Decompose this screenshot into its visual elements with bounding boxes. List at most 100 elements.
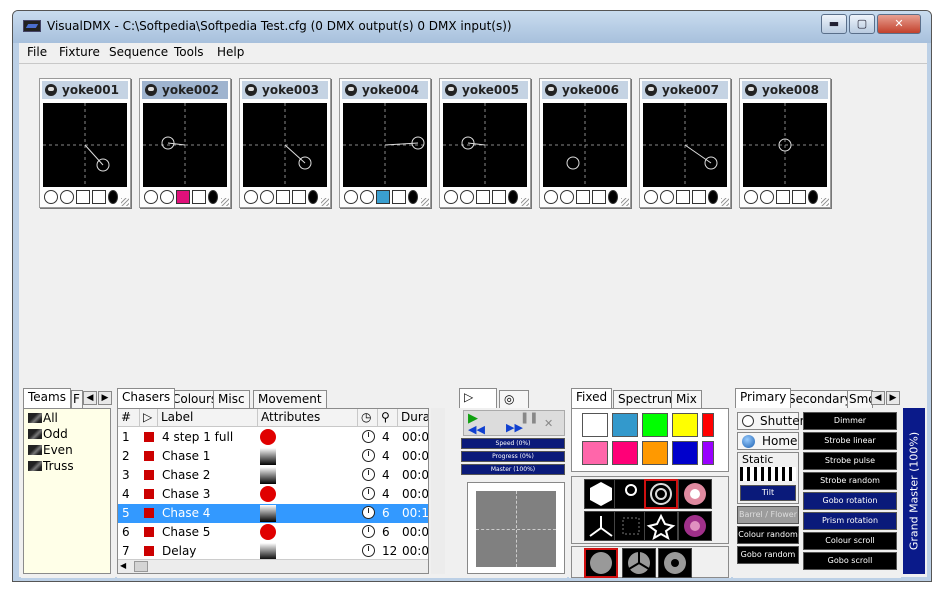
tab-scroll-right-icon[interactable]: ▶ [98,391,112,405]
colour-swatch[interactable] [642,413,668,437]
tab-fixed[interactable]: Fixed [571,388,613,408]
resize-grip-icon[interactable] [321,198,329,206]
fixture-header[interactable]: yoke001 [42,81,128,99]
resize-grip-icon[interactable] [821,198,829,206]
gobo-rotation-button[interactable]: Gobo rotation [803,492,897,510]
resize-grip-icon[interactable] [721,198,729,206]
position-pad[interactable] [467,482,565,574]
fixture-card[interactable]: yoke008 [739,78,831,208]
strobe-pulse-button[interactable]: Strobe pulse [803,452,897,470]
chase-status-icon[interactable] [144,527,154,537]
resize-grip-icon[interactable] [621,198,629,206]
colour-swatch[interactable] [672,441,698,465]
col-number[interactable]: # [118,409,140,427]
tab-scroll-left-icon[interactable]: ◀ [871,391,885,405]
team-item-truss[interactable]: Truss [28,459,74,473]
menu-fixture[interactable]: Fixture [59,45,100,59]
pan-tilt-view[interactable] [343,103,427,187]
prism-multi-icon[interactable] [658,548,692,578]
tab-secondary[interactable]: Secondary [783,390,857,408]
pan-tilt-view[interactable] [543,103,627,187]
pan-tilt-view[interactable] [143,103,227,187]
chase-row[interactable]: 1 4 step 1 full 4 00:04 [118,428,428,447]
progress-bar[interactable]: Progress (0%) [461,451,565,462]
team-item-all[interactable]: All [28,411,58,425]
barrel-flower-button[interactable]: Barrel / Flower [737,506,799,524]
col-play[interactable]: ▷ [140,409,158,427]
dimmer-button[interactable]: Dimmer [803,412,897,430]
strobe-random-button[interactable]: Strobe random [803,472,897,490]
fixture-header[interactable]: yoke003 [242,81,328,99]
fixture-header[interactable]: yoke007 [642,81,728,99]
gobo-star-icon[interactable] [644,511,678,541]
speed-bar[interactable]: Speed (0%) [461,438,565,449]
gobo-tri-icon[interactable] [584,511,618,541]
pan-tilt-view[interactable] [743,103,827,187]
gobo-dot-icon[interactable] [614,479,648,509]
tab-teams[interactable]: Teams [23,388,71,408]
maximize-button[interactable]: ▢ [849,14,875,34]
title-bar[interactable]: VisualDMX - C:\Softpedia\Softpedia Test.… [13,11,931,43]
chase-row[interactable]: 3 Chase 2 4 00:08 [118,466,428,485]
fixture-card[interactable]: yoke006 [539,78,631,208]
gobo-scroll-button[interactable]: Gobo scroll [803,552,897,570]
fixture-card[interactable]: yoke007 [639,78,731,208]
resize-grip-icon[interactable] [121,198,129,206]
grand-master-fader[interactable]: Grand Master (100%) [903,408,925,574]
menu-sequence[interactable]: Sequence [109,45,168,59]
pan-tilt-view[interactable] [243,103,327,187]
minimize-button[interactable]: ▬ [821,14,847,34]
stop-icon[interactable]: ✕ [544,417,553,430]
prism-rotation-button[interactable]: Prism rotation [803,512,897,530]
fixture-header[interactable]: yoke004 [342,81,428,99]
colour-swatch[interactable] [642,441,668,465]
pan-tilt-view[interactable] [443,103,527,187]
tilt-button[interactable]: Tilt [740,485,796,501]
pan-tilt-view[interactable] [43,103,127,187]
gobo-flower-icon[interactable] [678,479,712,509]
colour-random-button[interactable]: Colour random [737,526,799,544]
colour-swatch[interactable] [612,413,638,437]
master-bar[interactable]: Master (100%) [461,464,565,475]
tab-scroll-right-icon[interactable]: ▶ [886,391,900,405]
chase-row[interactable]: 4 Chase 3 4 00:04 [118,485,428,504]
col-label[interactable]: Label [158,409,258,427]
chase-status-icon[interactable] [144,432,154,442]
resize-grip-icon[interactable] [221,198,229,206]
colour-swatch[interactable] [582,413,608,437]
fixture-header[interactable]: yoke008 [742,81,828,99]
shutter-button[interactable]: Shutter [737,412,805,430]
fixture-card[interactable]: yoke003 [239,78,331,208]
menu-help[interactable]: Help [217,45,244,59]
team-item-odd[interactable]: Odd [28,427,68,441]
fixture-card[interactable]: yoke001 [39,78,131,208]
tab-smooth[interactable]: Smo [847,390,873,408]
resize-grip-icon[interactable] [421,198,429,206]
team-item-even[interactable]: Even [28,443,73,457]
tab-misc[interactable]: Misc [213,390,250,408]
col-attributes[interactable]: Attributes [258,409,358,427]
pause-icon[interactable]: ❚❚ [520,411,538,424]
pan-tilt-view[interactable] [643,103,727,187]
resize-grip-icon[interactable] [521,198,529,206]
tab-movement[interactable]: Movement [253,390,327,408]
col-duration[interactable]: Durati [398,409,428,427]
fixture-card[interactable]: yoke005 [439,78,531,208]
chase-status-icon[interactable] [144,508,154,518]
prism-three-icon[interactable] [622,548,656,578]
beam-icon[interactable] [740,467,796,481]
col-speed-icon[interactable]: ⚲ [378,409,398,427]
home-button[interactable]: Home [737,432,799,450]
tab-playback[interactable]: ▷ [459,388,497,408]
chase-status-icon[interactable] [144,451,154,461]
gobo-open-icon[interactable] [584,479,618,509]
scroll-left-icon[interactable]: ◀ [120,561,130,571]
tab-primary[interactable]: Primary [735,388,792,408]
strobe-linear-button[interactable]: Strobe linear [803,432,897,450]
chase-status-icon[interactable] [144,546,154,556]
tab-fixtures[interactable]: F [71,390,83,408]
chase-row[interactable]: 5 Chase 4 6 00:12 [118,504,428,523]
scroll-thumb[interactable] [134,561,148,572]
fixture-header[interactable]: yoke005 [442,81,528,99]
colour-swatch[interactable] [672,413,698,437]
